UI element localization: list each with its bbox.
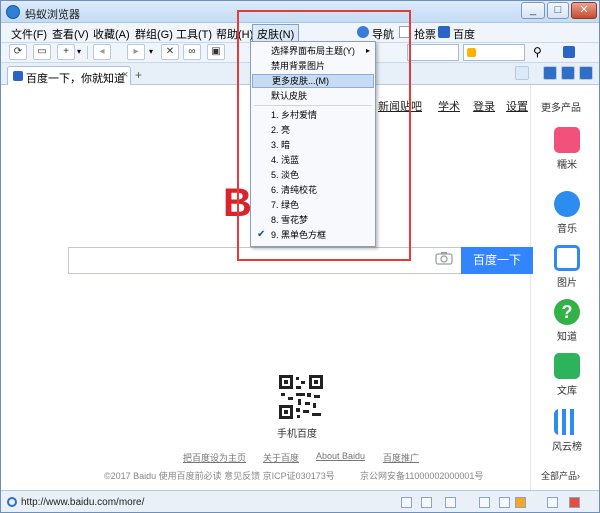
ranking-icon (554, 409, 580, 435)
nuomi-icon (554, 127, 580, 153)
sidebar-label: 音乐 (557, 224, 577, 235)
tab-close-icon[interactable]: × (122, 69, 128, 81)
top-link-settings[interactable]: 设置 (506, 98, 528, 114)
address-dropdown[interactable] (407, 44, 459, 61)
image-icon (554, 245, 580, 271)
page-icon[interactable] (401, 497, 412, 508)
search-button[interactable]: 百度一下 (461, 247, 533, 274)
status-close-icon[interactable] (569, 497, 580, 508)
maximize-button[interactable]: □ (547, 2, 569, 19)
new-tab-icon[interactable]: + (135, 68, 142, 82)
dropdown-arrow-icon[interactable]: ▾ (77, 47, 81, 56)
browser-window: 蚂蚁浏览器 _ □ ✕ 文件(F) 查看(V) 收藏(A) 群组(G) 工具(T… (0, 0, 600, 513)
minimize-button[interactable]: _ (521, 2, 545, 19)
forward-icon[interactable]: ▸ (127, 44, 145, 60)
camera-icon[interactable] (435, 251, 453, 265)
tab-menu-icon[interactable] (515, 66, 529, 80)
highlight-box (237, 10, 411, 261)
search-engine-icon (467, 48, 476, 57)
menu-view[interactable]: 查看(V) (52, 26, 89, 42)
menu-file[interactable]: 文件(F) (11, 26, 47, 42)
product-sidebar: 更多产品 糯米 音乐 图片 ? 知道 文库 风云榜 全部产品› (530, 85, 599, 490)
more-products-label[interactable]: 更多产品 (541, 99, 589, 114)
sidebar-item-wenku[interactable]: 文库 (545, 353, 589, 397)
back-icon[interactable]: ◂ (93, 44, 111, 60)
top-link-xueshu[interactable]: 学术 (438, 98, 460, 114)
search-icon[interactable]: ⚲ (533, 45, 542, 59)
loading-icon (7, 497, 17, 507)
footer-link-promotion[interactable]: 百度推广 (383, 451, 419, 464)
status-notification-icon[interactable] (515, 497, 526, 508)
baidu-favicon-icon (13, 71, 23, 81)
top-link-login[interactable]: 登录 (473, 98, 495, 114)
ticket-link[interactable]: 抢票 (414, 26, 436, 42)
tab-restore-icon[interactable] (561, 66, 575, 80)
footer-link-about[interactable]: 关于百度 (263, 451, 299, 464)
tab-baidu[interactable]: 百度一下，你就知道 × (7, 66, 131, 85)
status-tool-icon[interactable] (421, 497, 432, 508)
sidebar-item-zhidao[interactable]: ? 知道 (545, 299, 589, 343)
menu-tools[interactable]: 工具(T) (176, 26, 212, 42)
link-icon[interactable]: ∞ (183, 44, 201, 60)
stop-icon[interactable]: ✕ (161, 44, 179, 60)
sidebar-item-image[interactable]: 图片 (545, 245, 589, 289)
reader-icon[interactable]: ▭ (33, 44, 51, 60)
status-zoom-icon[interactable] (445, 497, 456, 508)
screenshot-icon[interactable]: ▣ (207, 44, 225, 60)
footer-police-record[interactable]: 京公网安备11000002000001号 (360, 469, 483, 482)
menu-favorites[interactable]: 收藏(A) (93, 26, 130, 42)
sidebar-label: 文库 (557, 386, 577, 397)
status-url: http://www.baidu.com/more/ (21, 497, 145, 508)
history-icon[interactable]: ⟳ (9, 44, 27, 60)
status-bar: http://www.baidu.com/more/ (1, 490, 599, 512)
baidu-link[interactable]: 百度 (453, 26, 475, 42)
footer-link-about-en[interactable]: About Baidu (316, 451, 365, 461)
close-button[interactable]: ✕ (571, 2, 597, 19)
toolbar-divider (87, 46, 88, 59)
zhidao-icon: ? (554, 299, 580, 325)
sidebar-item-nuomi[interactable]: 糯米 (545, 127, 589, 171)
mobile-baidu-label: 手机百度 (277, 429, 317, 440)
status-sound-icon[interactable] (499, 497, 510, 508)
sidebar-label: 图片 (557, 278, 577, 289)
baidu-paw-icon (438, 26, 450, 38)
add-group-icon[interactable]: + (57, 44, 75, 60)
search-engine-input[interactable] (463, 44, 525, 61)
menu-group[interactable]: 群组(G) (135, 26, 173, 42)
ant-browser-logo-icon (6, 5, 20, 19)
tab-title: 百度一下，你就知道 (26, 73, 125, 85)
baidu-search-icon[interactable] (563, 46, 575, 58)
music-icon (554, 191, 580, 217)
sidebar-item-music[interactable]: 音乐 (545, 191, 589, 235)
wenku-icon (554, 353, 580, 379)
window-title: 蚂蚁浏览器 (25, 9, 80, 21)
all-products-link[interactable]: 全部产品› (541, 469, 580, 482)
status-download-icon[interactable] (479, 497, 490, 508)
footer-copyright: ©2017 Baidu 使用百度前必读 意见反馈 京ICP证030173号 (104, 471, 335, 481)
sidebar-label: 知道 (557, 332, 577, 343)
tab-minimize-icon[interactable] (543, 66, 557, 80)
sidebar-label: 糯米 (557, 160, 577, 171)
sidebar-label: 风云榜 (552, 442, 582, 453)
footer-link-homepage[interactable]: 把百度设为主页 (183, 451, 246, 464)
status-zoom-level-icon[interactable] (547, 497, 558, 508)
sidebar-item-ranking[interactable]: 风云榜 (545, 409, 589, 453)
forward-dropdown-icon[interactable]: ▾ (149, 47, 153, 56)
tab-close-all-icon[interactable] (579, 66, 593, 80)
qr-code-icon (279, 375, 323, 419)
